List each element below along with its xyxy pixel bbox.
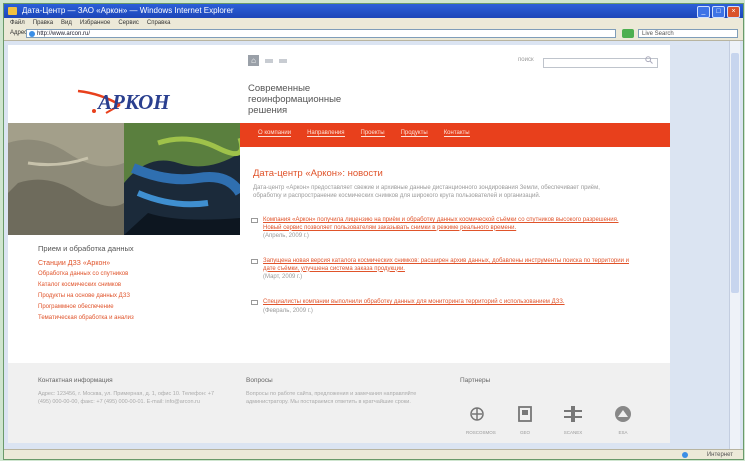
home-icon[interactable]: ⌂ xyxy=(248,55,259,66)
browser-window: Дата-Центр — ЗАО «Аркон» — Windows Inter… xyxy=(3,3,744,460)
security-zone: Интернет xyxy=(706,452,733,458)
partner-name: ESA xyxy=(618,430,628,435)
site-search-input[interactable] xyxy=(543,58,658,68)
title-bar: Дата-Центр — ЗАО «Аркон» — Windows Inter… xyxy=(4,4,743,18)
left-nav-item[interactable]: Продукты на основе данных ДЗЗ xyxy=(38,291,218,302)
left-nav-item[interactable]: Станции ДЗЗ «Аркон» xyxy=(38,258,218,269)
sitemap-icon[interactable] xyxy=(265,58,273,63)
nav-products[interactable]: Продукты xyxy=(400,130,428,137)
top-icons: ⌂ xyxy=(248,55,287,66)
geo-icon xyxy=(518,406,532,422)
left-nav-item[interactable]: Обработка данных со спутников xyxy=(38,269,218,280)
nav-about[interactable]: О компании xyxy=(258,130,292,137)
scrollbar-thumb[interactable] xyxy=(731,53,739,293)
web-page: АРКОН ⌂ поиск Современные геоинформацион… xyxy=(8,45,670,443)
address-bar: Адрес http://www.arcon.ru/ Live Search xyxy=(4,28,743,41)
news-item: Компания «Аркон» получила лицензию на пр… xyxy=(251,217,631,240)
internet-zone-icon xyxy=(682,452,688,458)
news-item: Специалисты компании выполнили обработку… xyxy=(251,299,631,315)
intro-text: Дата-центр «Аркон» предоставляет свежие … xyxy=(253,185,600,199)
menu-file[interactable]: Файл xyxy=(10,18,25,28)
partner-name: SCANEX xyxy=(563,430,583,435)
vertical-scrollbar[interactable] xyxy=(729,41,740,449)
footer-partners-title: Партнеры xyxy=(460,377,491,384)
partner-logo[interactable]: ESA xyxy=(612,405,634,435)
roscosmos-icon xyxy=(470,407,484,421)
menu-favorites[interactable]: Избранное xyxy=(80,18,110,28)
page-viewport: АРКОН ⌂ поиск Современные геоинформацион… xyxy=(4,41,743,449)
window-title: Дата-Центр — ЗАО «Аркон» — Windows Inter… xyxy=(22,6,234,15)
news-date: (Февраль, 2009 г.) xyxy=(263,307,313,314)
left-nav-heading: Прием и обработка данных xyxy=(38,244,134,253)
close-button[interactable]: × xyxy=(727,6,740,18)
tagline-line: Современные xyxy=(248,83,311,94)
esa-icon xyxy=(615,406,631,422)
partner-name: GEO xyxy=(519,430,530,435)
satellite-image xyxy=(8,123,240,235)
footer-contacts-text: Адрес: 123456, г. Москва, ул. Примерная,… xyxy=(38,391,215,405)
news-date: (Апрель, 2009 г.) xyxy=(263,233,309,239)
menu-help[interactable]: Справка xyxy=(147,18,171,28)
nav-directions[interactable]: Направления xyxy=(307,130,345,137)
menu-tools[interactable]: Сервис xyxy=(118,18,139,28)
doc-icon xyxy=(251,218,258,223)
left-nav-item[interactable]: Тематическая обработка и анализ xyxy=(38,313,218,324)
mail-icon[interactable] xyxy=(279,58,287,63)
tagline-line: решения xyxy=(248,105,288,116)
go-button[interactable] xyxy=(622,29,634,38)
footer-questions-title: Вопросы xyxy=(246,377,273,384)
site-footer: Контактная информация Адрес: 123456, г. … xyxy=(8,363,670,443)
ie-icon xyxy=(8,7,17,15)
status-bar: Интернет xyxy=(4,449,743,459)
left-nav: Прием и обработка данных Станции ДЗЗ «Ар… xyxy=(38,244,218,324)
doc-icon xyxy=(251,300,258,305)
nav-projects[interactable]: Проекты xyxy=(360,130,385,137)
left-nav-item[interactable]: Каталог космических снимков xyxy=(38,280,218,291)
news-link[interactable]: Компания «Аркон» получила лицензию на пр… xyxy=(263,217,631,232)
menu-bar: Файл Правка Вид Избранное Сервис Справка xyxy=(4,18,743,28)
arkon-logo[interactable]: АРКОН xyxy=(76,83,186,119)
tagline-line: геоинформационные xyxy=(248,94,342,105)
nav-contacts[interactable]: Контакты xyxy=(443,130,470,137)
minimize-button[interactable]: _ xyxy=(697,6,710,18)
partner-logo[interactable]: GEO xyxy=(514,405,536,435)
main-nav: О компании Направления Проекты Продукты … xyxy=(240,123,670,147)
site-tagline: Современные геоинформационные решения xyxy=(248,83,378,116)
left-nav-item[interactable]: Программное обеспечение xyxy=(38,302,218,313)
doc-icon xyxy=(251,259,258,264)
footer-questions-text: Вопросы по работе сайта, предложения и з… xyxy=(246,391,417,405)
satellite-icon xyxy=(564,406,582,422)
menu-view[interactable]: Вид xyxy=(61,18,72,28)
address-input[interactable]: http://www.arcon.ru/ xyxy=(26,29,616,38)
live-search-input[interactable]: Live Search xyxy=(638,29,738,38)
search-icon[interactable] xyxy=(645,56,653,64)
address-label: Адрес xyxy=(10,30,28,36)
partner-name: ROSCOSMOS xyxy=(466,430,496,435)
partner-logo[interactable]: ROSCOSMOS xyxy=(466,405,496,435)
search-label: поиск xyxy=(518,57,534,63)
footer-contacts-title: Контактная информация xyxy=(38,377,113,384)
page-icon xyxy=(29,31,35,37)
maximize-button[interactable]: □ xyxy=(712,6,725,18)
news-date: (Март, 2009 г.) xyxy=(263,274,303,280)
news-link[interactable]: Запущена новая версия каталога космическ… xyxy=(263,258,631,273)
partner-logo[interactable]: SCANEX xyxy=(562,405,584,435)
menu-edit[interactable]: Правка xyxy=(33,18,53,28)
news-link[interactable]: Специалисты компании выполнили обработку… xyxy=(263,299,631,307)
address-url: http://www.arcon.ru/ xyxy=(37,31,91,37)
logo-text: АРКОН xyxy=(96,90,170,114)
page-title: Дата-центр «Аркон»: новости xyxy=(253,168,383,179)
news-item: Запущена новая версия каталога космическ… xyxy=(251,258,631,281)
